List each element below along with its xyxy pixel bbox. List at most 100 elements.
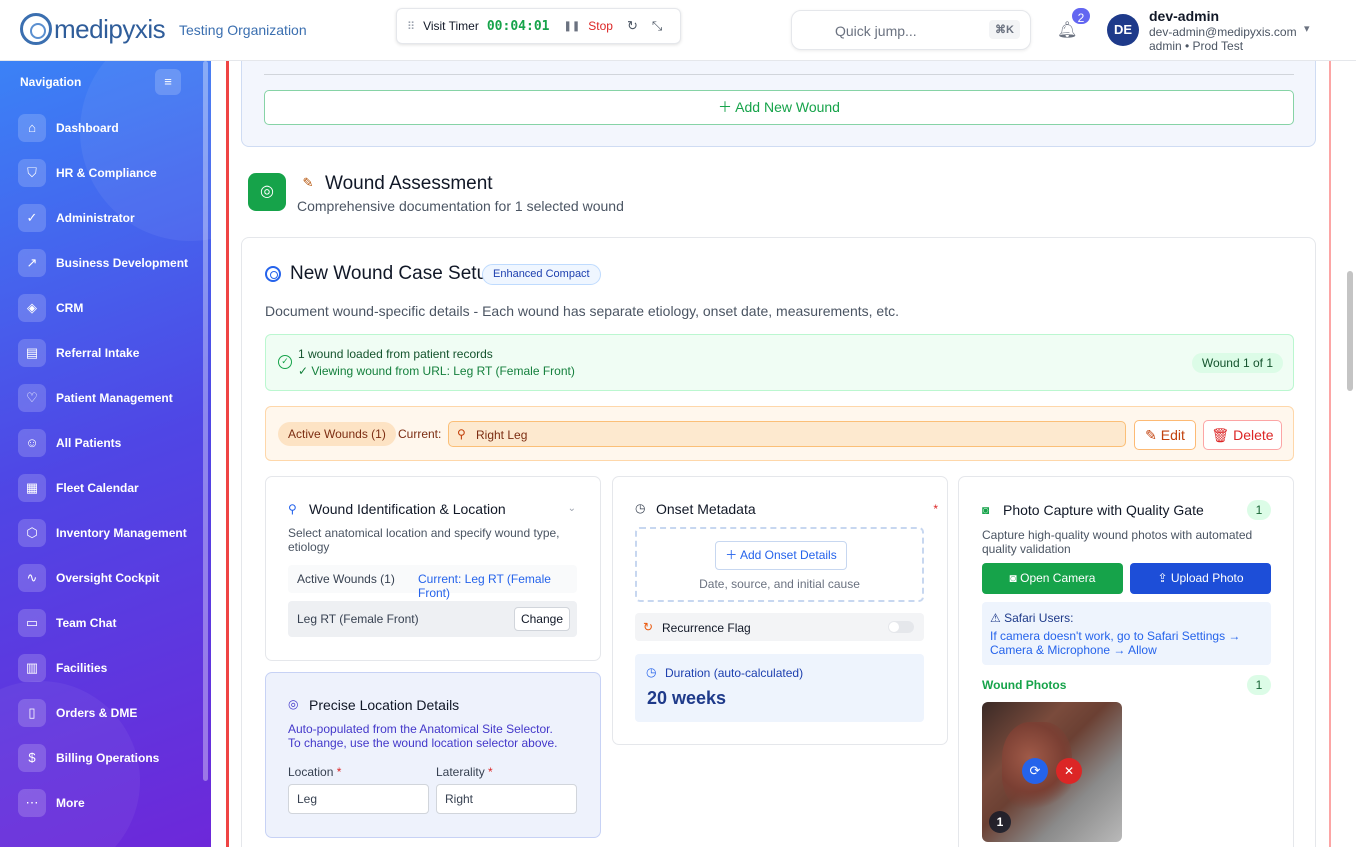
notification-badge[interactable]: 2: [1070, 6, 1092, 26]
photo-count-badge: 1: [1247, 500, 1271, 520]
activity-icon: ∿: [18, 564, 46, 592]
sidebar-item-inventory-management[interactable]: ⬡ Inventory Management: [18, 518, 198, 548]
stop-button[interactable]: Stop: [588, 19, 613, 33]
wound-identification-panel: ⚲ Wound Identification & Location ⌄ Sele…: [265, 476, 601, 661]
recurrence-toggle[interactable]: [888, 621, 914, 633]
divider: [264, 74, 1294, 75]
user-name[interactable]: dev-admin: [1149, 8, 1219, 24]
open-camera-label: Open Camera: [1020, 571, 1096, 585]
quick-jump-search[interactable]: Quick jump... ⌘K: [791, 10, 1031, 50]
sidebar-item-referral-intake[interactable]: ▤ Referral Intake: [18, 338, 198, 368]
sidebar-item-patient-management[interactable]: ♡ Patient Management: [18, 383, 198, 413]
sidebar-item-business-development[interactable]: ↗ Business Development: [18, 248, 198, 278]
pause-icon[interactable]: ❚❚: [563, 21, 580, 32]
upload-icon: ⇪: [1157, 571, 1171, 585]
duration-box: ◷ Duration (auto-calculated) 20 weeks: [635, 654, 924, 722]
sidebar-item-crm[interactable]: ◈ CRM: [18, 293, 198, 323]
wound-photo-thumbnail[interactable]: ⟳ ✕ 1: [982, 702, 1122, 842]
document-icon: ▯: [18, 699, 46, 727]
required-marker: *: [336, 765, 342, 779]
close-icon[interactable]: ✕: [1056, 758, 1082, 784]
wound-counter-badge: Wound 1 of 1: [1191, 353, 1283, 373]
sidebar-item-administrator[interactable]: ✓ Administrator: [18, 203, 198, 233]
logo-text: medipyxis: [54, 13, 166, 44]
sidebar-item-label: Facilities: [56, 661, 108, 675]
active-wounds-chip[interactable]: Active Wounds (1): [278, 422, 396, 446]
check-circle-icon: ✓: [278, 355, 292, 369]
sidebar-item-all-patients[interactable]: ☺ All Patients: [18, 428, 198, 458]
edit-button[interactable]: ✎ Edit: [1134, 420, 1196, 450]
organization-name[interactable]: Testing Organization: [179, 22, 307, 38]
upload-photo-label: Upload Photo: [1170, 571, 1244, 585]
sidebar-title: Navigation: [20, 75, 82, 89]
shield-icon: ⛉: [18, 159, 46, 187]
sidebar-item-orders-dme[interactable]: ▯ Orders & DME: [18, 698, 198, 728]
chevron-down-icon[interactable]: ⌄: [568, 503, 576, 514]
target-icon: ◎: [248, 173, 286, 211]
package-icon: ⬡: [18, 519, 46, 547]
map-pin-icon: ⚲: [288, 502, 297, 516]
panel-title: Precise Location Details: [309, 697, 460, 713]
add-new-wound-button[interactable]: ＋ Add New Wound: [264, 90, 1294, 125]
active-wound-bar: Active Wounds (1) Current: ⚲ Right Leg ✎…: [265, 406, 1294, 461]
change-location-button[interactable]: Change: [514, 607, 570, 631]
add-onset-label: Add Onset Details: [739, 548, 837, 562]
app-logo[interactable]: medipyxis: [20, 13, 166, 45]
sidebar-item-label: All Patients: [56, 436, 122, 450]
panel-description: Select anatomical location and specify w…: [288, 526, 560, 554]
location-field[interactable]: Leg: [288, 784, 429, 814]
onset-metadata-panel: ◷ Onset Metadata * ＋ Add Onset Details D…: [612, 476, 948, 745]
current-wound-link[interactable]: Current: Leg RT (Female Front): [418, 572, 577, 600]
reset-icon[interactable]: ↻: [627, 18, 638, 34]
panel-title: Photo Capture with Quality Gate: [1003, 502, 1204, 518]
precise-location-panel: ◎ Precise Location Details Auto-populate…: [265, 672, 601, 838]
wound-photos-count: 1: [1247, 675, 1271, 695]
sidebar-item-hr-compliance[interactable]: ⛉ HR & Compliance: [18, 158, 198, 188]
upload-photo-button[interactable]: ⇪ Upload Photo: [1130, 563, 1271, 594]
clock-icon: ◷: [646, 665, 657, 679]
sidebar-item-more[interactable]: ⋯ More: [18, 788, 198, 818]
rotate-icon[interactable]: ⟳: [1022, 758, 1048, 784]
user-role: admin • Prod Test: [1149, 39, 1244, 53]
sidebar-item-label: Oversight Cockpit: [56, 571, 160, 585]
timer-time: 00:04:01: [486, 18, 550, 34]
visit-timer: ⠿ Visit Timer 00:04:01 ❚❚ Stop ↻ ⤡: [396, 8, 681, 44]
chevron-down-icon[interactable]: ▾: [1304, 22, 1310, 35]
sidebar-item-fleet-calendar[interactable]: ▦ Fleet Calendar: [18, 473, 198, 503]
timer-label: Visit Timer: [423, 19, 479, 33]
sidebar-item-label: HR & Compliance: [56, 166, 157, 180]
loaded-message: 1 wound loaded from patient records: [298, 347, 493, 361]
map-pin-icon: ⚲: [457, 427, 466, 441]
wound-case-setup-card: New Wound Case Setup Enhanced Compact Do…: [241, 237, 1316, 847]
drag-handle-icon[interactable]: ⠿: [407, 20, 415, 33]
laterality-field[interactable]: Right: [436, 784, 577, 814]
selected-location: Leg RT (Female Front): [297, 612, 419, 626]
edit-label: Edit: [1160, 427, 1185, 443]
section-description: Document wound-specific details - Each w…: [265, 303, 899, 319]
open-camera-button[interactable]: ◙ Open Camera: [982, 563, 1123, 594]
sidebar-item-team-chat[interactable]: ▭ Team Chat: [18, 608, 198, 638]
calendar-icon: ▦: [18, 474, 46, 502]
current-wound-value: Right Leg: [476, 428, 528, 442]
warning-icon: ⚠: [990, 611, 1005, 625]
sidebar-item-billing-operations[interactable]: $ Billing Operations: [18, 743, 198, 773]
shield-check-icon: ✓: [18, 204, 46, 232]
users-icon: ☺: [18, 429, 46, 457]
main-scrollbar[interactable]: [1347, 271, 1353, 391]
minimize-icon[interactable]: ⤡: [652, 18, 662, 34]
avatar[interactable]: DE: [1107, 14, 1139, 46]
shortcut-hint: ⌘K: [989, 20, 1020, 39]
current-wound-field[interactable]: ⚲ Right Leg: [448, 421, 1126, 447]
sidebar-collapse-button[interactable]: ≡: [155, 69, 181, 95]
quick-jump-placeholder: Quick jump...: [835, 23, 917, 39]
accent-line-right: [1329, 61, 1331, 847]
dollar-icon: $: [18, 744, 46, 772]
delete-button[interactable]: 🗑︎ Delete: [1203, 420, 1282, 450]
duration-value: 20 weeks: [647, 688, 727, 708]
sidebar-item-dashboard[interactable]: ⌂ Dashboard: [18, 113, 198, 143]
sidebar-item-facilities[interactable]: ▥ Facilities: [18, 653, 198, 683]
sidebar-item-label: Fleet Calendar: [56, 481, 139, 495]
sidebar-scrollbar[interactable]: [203, 61, 208, 781]
add-onset-details-button[interactable]: ＋ Add Onset Details: [715, 541, 847, 570]
sidebar-item-oversight-cockpit[interactable]: ∿ Oversight Cockpit: [18, 563, 198, 593]
